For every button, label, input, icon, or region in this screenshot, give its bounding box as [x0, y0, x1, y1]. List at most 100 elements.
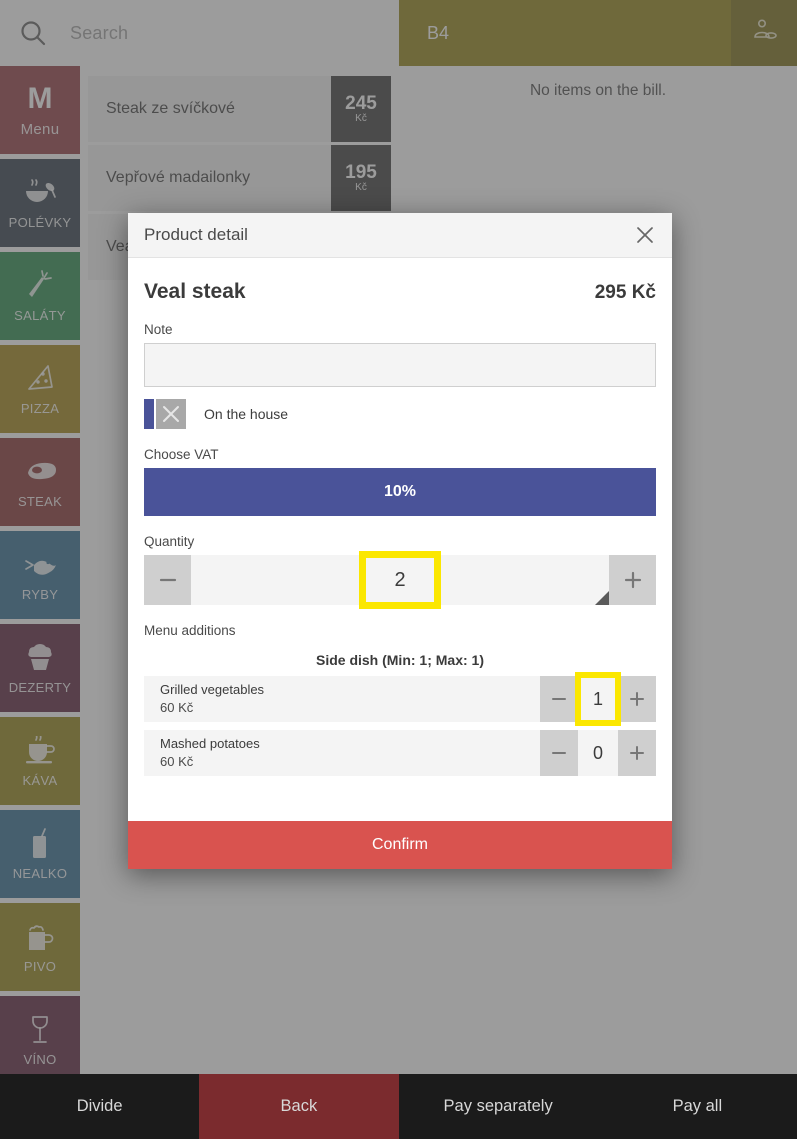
fish-icon: [22, 548, 58, 582]
product-row-name: Steak ze svíčkové: [106, 100, 235, 117]
product-row[interactable]: Steak ze svíčkové 245 Kč: [88, 76, 391, 142]
category-item-polévky[interactable]: POLÉVKY: [0, 159, 80, 247]
category-label: KÁVA: [22, 773, 58, 788]
category-item-steak[interactable]: STEAK: [0, 438, 80, 526]
category-label: STEAK: [17, 494, 63, 509]
addition-group-title: Side dish (Min: 1; Max: 1): [315, 652, 484, 668]
note-input[interactable]: [144, 343, 656, 387]
category-item-ryby[interactable]: RYBY: [0, 531, 80, 619]
quantity-decrement-button[interactable]: [144, 555, 191, 605]
on-the-house-label: On the house: [204, 406, 289, 422]
addition-name: Mashed potatoes: [160, 736, 260, 751]
action-pay-all[interactable]: Pay all: [598, 1074, 797, 1139]
note-label: Note: [144, 322, 173, 337]
cupcake-icon: [24, 641, 56, 675]
product-row[interactable]: Vepřové madailonky 195 Kč: [88, 145, 391, 211]
checkbox-accent-bar: [144, 399, 154, 429]
action-divide[interactable]: Divide: [0, 1074, 199, 1139]
waiter-icon: [751, 18, 777, 49]
category-label: NEALKO: [12, 866, 68, 881]
action-pay-separately[interactable]: Pay separately: [399, 1074, 598, 1139]
quantity-value-area[interactable]: 2: [191, 551, 609, 609]
search-input[interactable]: Search: [70, 23, 128, 44]
category-item-dezerty[interactable]: DEZERTY: [0, 624, 80, 712]
addition-decrement-button[interactable]: [540, 676, 578, 722]
addition-increment-button[interactable]: [618, 730, 656, 776]
addition-info: Grilled vegetables 60 Kč: [144, 681, 540, 717]
category-item-víno[interactable]: VÍNO: [0, 996, 80, 1074]
product-row-amount: 195: [345, 161, 377, 183]
wine-glass-icon: [27, 1013, 53, 1047]
category-label: VÍNO: [23, 1052, 57, 1067]
on-the-house-checkbox[interactable]: [144, 399, 186, 429]
coffee-cup-icon: [24, 734, 56, 768]
product-row-price: 245 Kč: [331, 76, 391, 142]
beer-mug-icon: [24, 920, 56, 954]
soft-drink-icon: [27, 827, 53, 861]
quantity-value: 2: [394, 568, 406, 591]
addition-value: 1: [592, 688, 603, 709]
addition-info: Mashed potatoes 60 Kč: [144, 735, 540, 771]
bill-empty-message: No items on the bill.: [529, 82, 667, 99]
letter-m: M: [28, 82, 53, 116]
product-row-name: Vepřové madailonky: [106, 169, 251, 186]
addition-value: 0: [592, 742, 603, 763]
close-icon[interactable]: [632, 222, 658, 248]
menu-additions-label: Menu additions: [144, 623, 236, 638]
search-bar[interactable]: Search: [0, 0, 399, 66]
product-title-row: Veal steak 295 Kč: [144, 280, 656, 304]
category-label: RYBY: [21, 587, 59, 602]
confirm-button[interactable]: Confirm: [128, 821, 672, 869]
pizza-slice-icon: [24, 362, 56, 396]
product-name: Veal steak: [144, 280, 246, 303]
category-item-menu[interactable]: M Menu: [0, 66, 80, 154]
category-label: SALÁTY: [14, 308, 66, 323]
addition-decrement-button[interactable]: [540, 730, 578, 776]
action-back[interactable]: Back: [199, 1074, 399, 1139]
dialog-title: Product detail: [144, 225, 248, 244]
on-the-house-row[interactable]: On the house: [144, 399, 656, 429]
dialog-header: Product detail: [128, 213, 672, 258]
resize-handle-icon[interactable]: [595, 591, 609, 605]
waiter-button[interactable]: [731, 0, 797, 66]
addition-increment-button[interactable]: [618, 676, 656, 722]
addition-list: Grilled vegetables 60 Kč 1 Mashed potatoes 6…: [144, 672, 656, 776]
category-label: DEZERTY: [8, 680, 72, 695]
addition-row[interactable]: Grilled vegetables 60 Kč 1: [144, 672, 656, 726]
category-item-pizza[interactable]: PIZZA: [0, 345, 80, 433]
quantity-increment-button[interactable]: [609, 555, 656, 605]
addition-value-area[interactable]: 0: [578, 730, 618, 776]
category-item-saláty[interactable]: SALÁTY: [0, 252, 80, 340]
category-sidebar: M Menu POLÉVKY SALÁTY PIZZA STEAK RYBY DEZERTY K…: [0, 66, 80, 1074]
addition-price: 60 Kč: [160, 754, 194, 769]
addition-name: Grilled vegetables: [160, 682, 265, 697]
product-row-amount: 245: [345, 92, 377, 114]
table-tab-label: B4: [427, 22, 450, 43]
category-item-pivo[interactable]: PIVO: [0, 903, 80, 991]
category-label: Menu: [20, 121, 60, 138]
quantity-stepper: 2: [144, 551, 656, 609]
category-glyph: M: [27, 82, 53, 115]
product-price: 295 Kč: [594, 282, 656, 303]
x-mark-icon: [156, 399, 186, 429]
addition-row[interactable]: Mashed potatoes 60 Kč 0: [144, 730, 656, 776]
category-label: POLÉVKY: [8, 215, 72, 230]
search-icon: [18, 18, 48, 48]
product-detail-dialog: Product detail Veal steak 295 Kč Note On…: [128, 213, 672, 869]
table-tab[interactable]: B4: [399, 0, 731, 66]
soup-bowl-icon: [23, 176, 57, 210]
product-row-price: 195 Kč: [331, 145, 391, 211]
product-row-currency: Kč: [355, 182, 367, 194]
vat-selector[interactable]: 10%: [144, 468, 656, 516]
product-row-currency: Kč: [355, 113, 367, 125]
addition-value-area[interactable]: 1: [575, 672, 621, 726]
addition-stepper: 0: [540, 730, 656, 776]
vat-label: Choose VAT: [144, 447, 219, 462]
dialog-body: Veal steak 295 Kč Note On the house Choo…: [128, 258, 672, 821]
category-item-káva[interactable]: KÁVA: [0, 717, 80, 805]
quantity-label: Quantity: [144, 534, 195, 549]
category-item-nealko[interactable]: NEALKO: [0, 810, 80, 898]
addition-price: 60 Kč: [160, 700, 194, 715]
steak-icon: [22, 455, 58, 489]
carrot-icon: [25, 269, 55, 303]
